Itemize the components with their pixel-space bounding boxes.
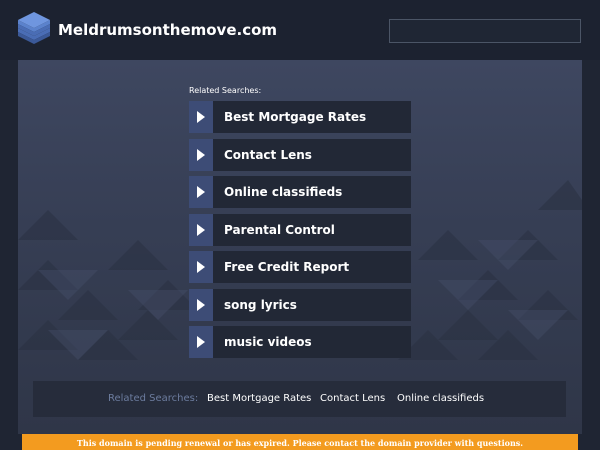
related-link-label: music videos <box>224 335 312 349</box>
related-link[interactable]: Online classifieds <box>189 176 411 208</box>
triangle-right-icon <box>189 251 213 283</box>
site-title[interactable]: Meldrumsonthemove.com <box>58 20 277 40</box>
bottom-related-bar: Related Searches: Best Mortgage Rates Co… <box>33 381 566 417</box>
related-link-label: Best Mortgage Rates <box>224 110 367 124</box>
related-link[interactable]: song lyrics <box>189 288 411 321</box>
related-link-label: song lyrics <box>224 297 297 312</box>
related-link[interactable]: Best Mortgage Rates <box>189 101 411 133</box>
related-link-label: Free Credit Report <box>224 260 350 274</box>
bottom-related-link[interactable]: Contact Lens <box>320 381 385 417</box>
bottom-related-link[interactable]: Best Mortgage Rates <box>207 381 311 417</box>
related-link-label: Online classifieds <box>224 185 343 199</box>
related-link-label: Contact Lens <box>224 147 312 162</box>
triangle-right-icon <box>189 326 213 358</box>
triangle-right-icon <box>189 176 213 208</box>
triangle-right-icon <box>189 213 213 246</box>
related-link[interactable]: Parental Control <box>189 213 411 246</box>
related-link[interactable]: music videos <box>189 326 411 358</box>
triangle-right-icon <box>189 101 213 133</box>
bottom-related-label: Related Searches: <box>108 393 199 404</box>
triangle-right-icon <box>189 288 213 321</box>
bottom-related-link[interactable]: Online classifieds <box>397 381 484 417</box>
search-input[interactable] <box>389 19 581 43</box>
header: Meldrumsonthemove.com <box>0 0 600 60</box>
related-link[interactable]: Free Credit Report <box>189 251 411 283</box>
related-links-list: Best Mortgage Rates Contact Lens Online … <box>189 101 411 364</box>
related-link[interactable]: Contact Lens <box>189 138 411 171</box>
stacked-layers-icon[interactable] <box>17 10 51 48</box>
expiry-notice-banner: This domain is pending renewal or has ex… <box>22 434 578 450</box>
related-link-label: Parental Control <box>224 222 335 237</box>
triangle-right-icon <box>189 138 213 171</box>
related-searches-heading: Related Searches: <box>189 86 262 95</box>
main-panel: Related Searches: Best Mortgage Rates Co… <box>18 60 582 434</box>
